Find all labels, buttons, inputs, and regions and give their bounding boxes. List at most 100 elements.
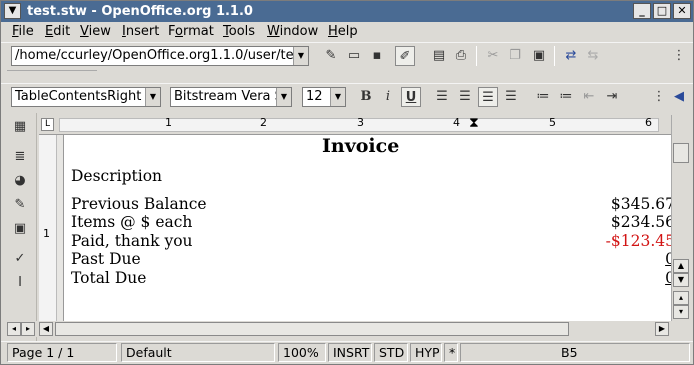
insert-object-icon[interactable]: ◕ — [10, 171, 30, 191]
sidebar-arrow-icon[interactable]: ◀ — [669, 87, 689, 107]
decrease-indent-icon[interactable]: ⇤ — [579, 87, 599, 107]
main-toolbar: ▦ ≣ ◕ ✎ ▣ ✓ I — [1, 113, 37, 341]
maximize-button[interactable]: □ — [653, 3, 671, 19]
save-icon[interactable]: ▪ — [367, 46, 387, 66]
edit-file-icon[interactable]: ✎ — [321, 46, 341, 66]
scroll-up-button[interactable]: ▲ — [673, 259, 689, 273]
toolbar-grip[interactable] — [7, 70, 97, 82]
menu-window[interactable]: Window — [267, 23, 318, 41]
selection-mode[interactable]: STD — [374, 343, 408, 362]
scroll-right-button[interactable]: ▶ — [655, 322, 669, 336]
edit-mode-icon[interactable]: ✐ — [395, 46, 415, 66]
row-label: Items @ $ each — [71, 213, 193, 231]
page-style[interactable]: Default — [121, 343, 275, 362]
undo-icon[interactable]: ⇄ — [561, 46, 581, 66]
ruler-number: 6 — [645, 116, 652, 129]
page-indicator: Page 1 / 1 — [7, 343, 117, 362]
menu-file[interactable]: File — [12, 23, 34, 41]
paragraph-style-combo[interactable]: TableContentsRight ▼ — [11, 87, 161, 107]
align-right-icon[interactable]: ☰ — [478, 87, 498, 107]
invoice-title: Invoice — [322, 135, 400, 157]
tab-type-icon[interactable]: L — [41, 118, 54, 131]
scroll-right-button[interactable]: ▸ — [21, 322, 35, 336]
vertical-ruler[interactable]: 1 — [39, 135, 57, 321]
chevron-down-icon[interactable]: ▼ — [330, 88, 345, 106]
object-toolbar: TableContentsRight ▼ Bitstream Vera S ▼ … — [1, 83, 693, 111]
status-bar: Page 1 / 1 Default 100% INSRT STD HYP * … — [1, 341, 693, 363]
indent-marker-icon[interactable]: ⧗ — [469, 115, 479, 131]
menu-insert[interactable]: Insert — [122, 23, 159, 41]
ruler-number: 2 — [260, 116, 267, 129]
toolbar-separator — [554, 46, 555, 66]
ruler-number: 3 — [357, 116, 364, 129]
toolbar-scroll-icon[interactable]: ⋮ — [669, 46, 689, 66]
minimize-button[interactable]: _ — [633, 3, 651, 19]
horizontal-ruler[interactable]: L 1 2 3 4 ⧗ 5 6 — [39, 115, 671, 135]
function-toolbar: /home/ccurley/OpenOffice.org1.1.0/user/t… — [1, 42, 693, 70]
cut-icon[interactable]: ✂ — [483, 46, 503, 66]
ruler-number: 1 — [43, 227, 50, 240]
horizontal-scrollbar[interactable]: ◂ ▸ ◀ ▶ — [7, 321, 671, 337]
italic-button[interactable]: i — [378, 87, 398, 107]
redo-icon[interactable]: ⇆ — [583, 46, 603, 66]
text-cursor-icon[interactable]: I — [10, 273, 30, 293]
document-page[interactable]: Invoice Description Previous Balance $34… — [63, 135, 671, 321]
document-path-text: /home/ccurley/OpenOffice.org1.1.0/user/t… — [15, 48, 309, 63]
next-page-button[interactable]: ▾ — [673, 305, 689, 319]
font-size-text: 12 — [306, 89, 323, 104]
zoom-level[interactable]: 100% — [278, 343, 326, 362]
font-name-text: Bitstream Vera S — [174, 89, 283, 104]
row-label: Previous Balance — [71, 195, 207, 213]
scroll-down-button[interactable]: ▼ — [673, 273, 689, 287]
scroll-thumb[interactable] — [673, 143, 689, 163]
title-bar[interactable]: ▼ test.stw - OpenOffice.org 1.1.0 _ □ ✕ — [1, 1, 693, 22]
vertical-scrollbar[interactable]: ▲ ▼ ▴ ▾ — [671, 115, 691, 321]
insert-fields-icon[interactable]: ≣ — [10, 147, 30, 167]
window-menu-button[interactable]: ▼ — [4, 3, 21, 19]
increase-indent-icon[interactable]: ⇥ — [602, 87, 622, 107]
spellcheck-icon[interactable]: ✓ — [10, 249, 30, 269]
row-amount: $234.56 — [610, 213, 671, 231]
ruler-number: 4 — [453, 116, 460, 129]
underline-button[interactable]: U — [401, 87, 421, 107]
cell-reference: B5 — [460, 343, 690, 362]
font-name-combo[interactable]: Bitstream Vera S ▼ — [170, 87, 292, 107]
document-path-combo[interactable]: /home/ccurley/OpenOffice.org1.1.0/user/t… — [11, 46, 309, 66]
copy-icon[interactable]: ❐ — [505, 46, 525, 66]
align-left-icon[interactable]: ☰ — [432, 87, 452, 107]
row-label: Paid, thank you — [71, 232, 193, 250]
menu-tools[interactable]: Tools — [223, 23, 255, 41]
open-folder-icon[interactable]: ▭ — [344, 46, 364, 66]
align-center-icon[interactable]: ☰ — [455, 87, 475, 107]
menu-view[interactable]: View — [80, 23, 111, 41]
font-size-combo[interactable]: 12 ▼ — [302, 87, 346, 107]
menu-help[interactable]: Help — [328, 23, 358, 41]
window-title: test.stw - OpenOffice.org 1.1.0 — [27, 4, 253, 19]
scroll-thumb[interactable] — [55, 322, 569, 336]
export-pdf-icon[interactable]: ▤ — [429, 46, 449, 66]
toolbar-separator — [476, 46, 477, 66]
menu-edit[interactable]: Edit — [45, 23, 70, 41]
justify-icon[interactable]: ☰ — [501, 87, 521, 107]
bullets-icon[interactable]: ≔ — [556, 87, 576, 107]
close-button[interactable]: ✕ — [673, 3, 691, 19]
form-functions-icon[interactable]: ▣ — [10, 219, 30, 239]
document-area[interactable]: Invoice Description Previous Balance $34… — [57, 135, 671, 321]
ruler-number: 1 — [165, 116, 172, 129]
insert-mode[interactable]: INSRT — [328, 343, 372, 362]
chevron-down-icon[interactable]: ▼ — [276, 88, 291, 106]
numbering-icon[interactable]: ≔ — [533, 87, 553, 107]
menu-format[interactable]: Format — [168, 23, 214, 41]
print-icon[interactable]: ⎙ — [451, 46, 471, 66]
draw-functions-icon[interactable]: ✎ — [10, 195, 30, 215]
scroll-left-button[interactable]: ◂ — [7, 322, 21, 336]
chevron-down-icon[interactable]: ▼ — [293, 47, 308, 65]
insert-table-icon[interactable]: ▦ — [10, 117, 30, 137]
hyperlink-mode[interactable]: HYP — [410, 343, 442, 362]
bold-button[interactable]: B — [356, 87, 376, 107]
toolbar-scroll-icon[interactable]: ⋮ — [649, 87, 669, 107]
previous-page-button[interactable]: ▴ — [673, 291, 689, 305]
scroll-left-button[interactable]: ◀ — [39, 322, 53, 336]
chevron-down-icon[interactable]: ▼ — [145, 88, 160, 106]
paste-icon[interactable]: ▣ — [529, 46, 549, 66]
